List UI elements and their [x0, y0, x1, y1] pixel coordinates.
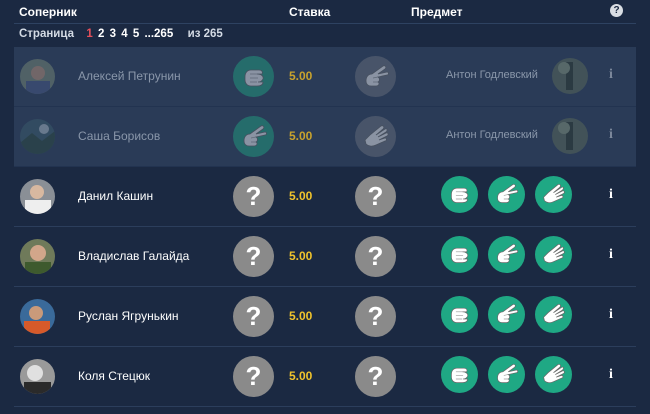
hidden-choice-icon: ? [355, 296, 396, 337]
page-link-3[interactable]: 3 [110, 28, 116, 40]
hidden-choice-icon: ? [233, 236, 274, 277]
player-name: Владислав Галайда [78, 249, 190, 263]
hand-paper-icon[interactable] [535, 236, 572, 273]
info-icon[interactable]: i [606, 67, 616, 83]
pagination: Страница 1 2 3 4 5 ...265 из 265 [19, 28, 223, 40]
column-header-opponent: Соперник [19, 5, 77, 19]
bet-amount: 5.00 [289, 129, 313, 143]
hand-scissors-icon[interactable] [488, 176, 525, 213]
table-row[interactable]: Саша Борисов 5.00 Антон Годлевский i [14, 107, 636, 167]
hidden-choice-icon: ? [233, 356, 274, 397]
page-link-5[interactable]: 5 [133, 28, 139, 40]
pagination-label: Страница [19, 28, 74, 40]
page-link-last[interactable]: ...265 [144, 28, 173, 40]
header-divider [14, 23, 636, 24]
hand-scissors-icon[interactable] [488, 296, 525, 333]
info-icon[interactable]: i [606, 307, 616, 323]
hand-rock-icon[interactable] [441, 236, 478, 273]
player-name: Коля Стецюк [78, 369, 151, 383]
hand-scissors-icon [233, 116, 274, 157]
page-link-2[interactable]: 2 [98, 28, 104, 40]
table-header: Соперник Ставка Предмет ? [0, 0, 650, 24]
bet-amount: 5.00 [289, 189, 313, 203]
table-row[interactable]: Владислав Галайда ? 5.00 ? i [14, 227, 636, 287]
hand-scissors-icon[interactable] [488, 236, 525, 273]
bet-amount: 5.00 [289, 69, 313, 83]
hand-rock-icon [233, 56, 274, 97]
hidden-choice-icon: ? [355, 236, 396, 277]
hidden-choice-icon: ? [233, 176, 274, 217]
player-name: Саша Борисов [78, 129, 161, 143]
pagination-of-label: из [187, 28, 201, 40]
hand-paper-icon[interactable] [535, 176, 572, 213]
hand-rock-icon[interactable] [441, 356, 478, 393]
table-row[interactable]: Алексей Петрунин 5.00 Антон Годлевский i [14, 47, 636, 107]
table-row[interactable]: Коля Стецюк ? 5.00 ? i [14, 347, 636, 407]
player-name: Алексей Петрунин [78, 69, 181, 83]
opponent-name: Антон Годлевский [446, 129, 538, 141]
hand-rock-icon[interactable] [441, 296, 478, 333]
player-name: Данил Кашин [78, 189, 154, 203]
info-icon[interactable]: i [606, 187, 616, 203]
hand-paper-icon [355, 116, 396, 157]
hand-paper-icon[interactable] [535, 356, 572, 393]
opponent-avatar [552, 118, 588, 154]
bet-amount: 5.00 [289, 369, 313, 383]
info-icon[interactable]: i [606, 247, 616, 263]
bet-amount: 5.00 [289, 249, 313, 263]
avatar [20, 179, 55, 214]
hidden-choice-icon: ? [233, 296, 274, 337]
opponent-name: Антон Годлевский [446, 69, 538, 81]
pagination-total: 265 [203, 28, 223, 40]
column-header-item: Предмет [411, 5, 463, 19]
page-link-1[interactable]: 1 [86, 28, 92, 40]
table-row[interactable]: Руслан Ягрунькин ? 5.00 ? i [14, 287, 636, 347]
hand-paper-icon[interactable] [535, 296, 572, 333]
question-circle-icon[interactable]: ? [610, 4, 623, 17]
avatar [20, 119, 55, 154]
hand-scissors-icon [355, 56, 396, 97]
page-link-4[interactable]: 4 [121, 28, 127, 40]
hidden-choice-icon: ? [355, 356, 396, 397]
player-name: Руслан Ягрунькин [78, 309, 179, 323]
avatar [20, 59, 55, 94]
avatar [20, 299, 55, 334]
avatar [20, 239, 55, 274]
bet-amount: 5.00 [289, 309, 313, 323]
info-icon[interactable]: i [606, 127, 616, 143]
hand-scissors-icon[interactable] [488, 356, 525, 393]
avatar [20, 359, 55, 394]
column-header-bet: Ставка [289, 5, 331, 19]
hand-rock-icon[interactable] [441, 176, 478, 213]
hidden-choice-icon: ? [355, 176, 396, 217]
opponent-avatar [552, 58, 588, 94]
table-row[interactable]: Данил Кашин ? 5.00 ? i [14, 167, 636, 227]
info-icon[interactable]: i [606, 367, 616, 383]
